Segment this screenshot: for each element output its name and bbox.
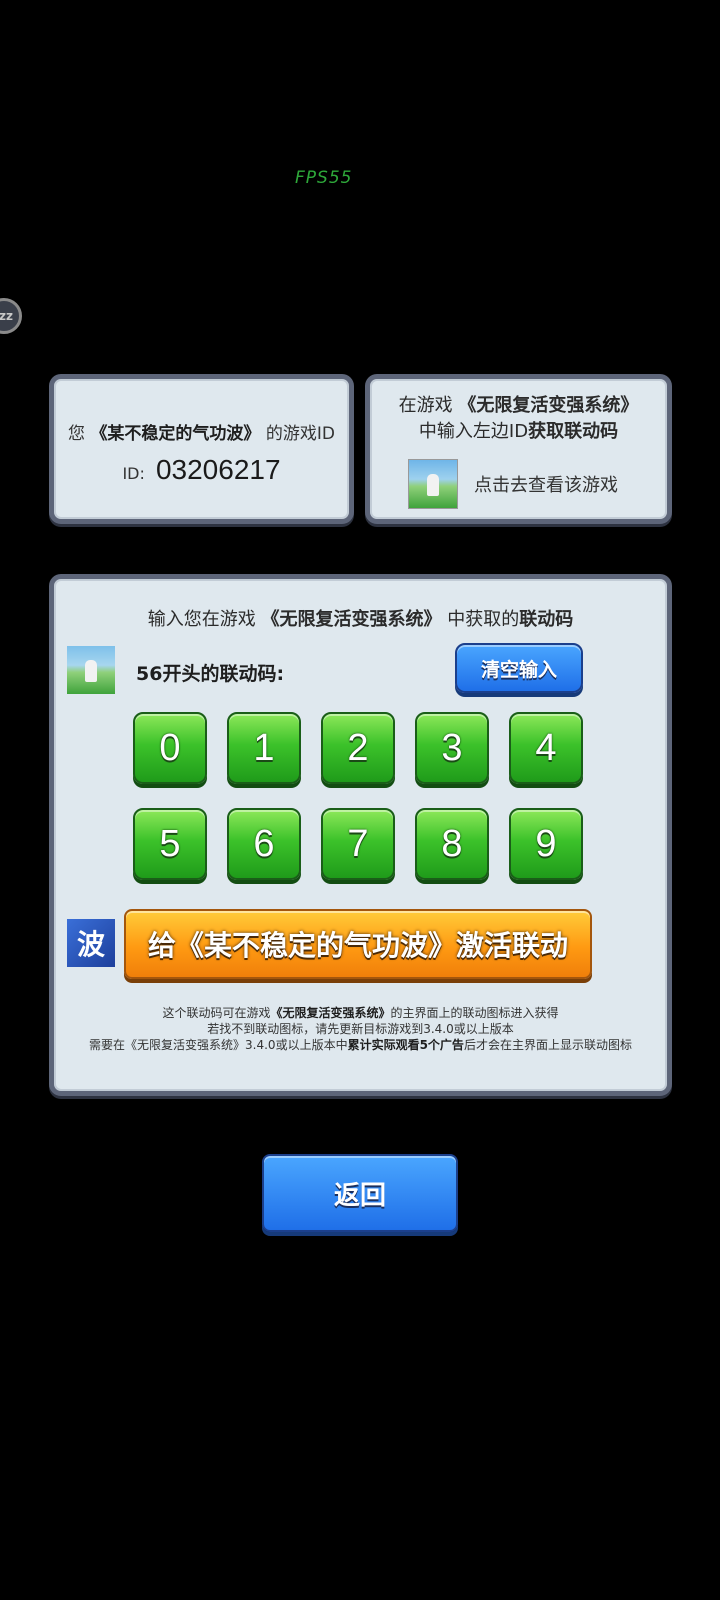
key-7[interactable]: 7 (321, 808, 395, 880)
link-line2-prefix: 中输入左边ID (418, 421, 529, 442)
back-button[interactable]: 返回 (262, 1154, 458, 1232)
get-link-code-text: 获取联动码 (528, 421, 619, 442)
footer-l3-c: 后才会在主界面上显示联动图标 (463, 1038, 632, 1052)
footer-line1: 这个联动码可在游戏《无限复活变强系统》的主界面上的联动图标进入获得 (54, 1004, 667, 1021)
key-9[interactable]: 9 (509, 808, 583, 880)
key-3[interactable]: 3 (415, 712, 489, 784)
fps-counter: FPS55 (295, 168, 353, 188)
key-8[interactable]: 8 (415, 808, 489, 880)
game-id-suffix: 的游戏ID (265, 424, 335, 444)
key-6[interactable]: 6 (227, 808, 301, 880)
key-1[interactable]: 1 (227, 712, 301, 784)
game-id-display: ID: 03206217 (54, 454, 349, 486)
game-id-panel: 您 《某不稳定的气功波》 的游戏ID ID: 03206217 (49, 374, 354, 524)
code-prefix-label: 56开头的联动码: (136, 663, 285, 685)
footer-line3: 需要在《无限复活变强系统》3.4.0或以上版本中累计实际观看5个广告后才会在主界… (54, 1036, 667, 1053)
input-panel-title: 输入您在游戏 《无限复活变强系统》 中获取的联动码 (54, 605, 667, 631)
source-game-icon: 波 (67, 919, 115, 967)
key-4[interactable]: 4 (509, 712, 583, 784)
game-id-caption: 您 《某不稳定的气功波》 的游戏ID (54, 419, 349, 444)
link-instruction-line1: 在游戏 《无限复活变强系统》 (370, 391, 667, 417)
id-value: 03206217 (155, 454, 281, 485)
footer-l1-game: 《无限复活变强系统》 (270, 1006, 391, 1020)
target-game-small-thumbnail (67, 646, 115, 694)
view-game-link[interactable]: 点击去查看该游戏 (474, 471, 618, 497)
id-label: ID: (122, 464, 145, 483)
footer-l3-bold: 累计实际观看5个广告 (347, 1038, 464, 1052)
target-game-name: 《无限复活变强系统》 (458, 395, 639, 416)
title-link-code: 联动码 (519, 609, 574, 630)
target-game-thumbnail[interactable] (408, 459, 458, 509)
character-figure-icon (427, 474, 439, 496)
link-code-input-panel: 输入您在游戏 《无限复活变强系统》 中获取的联动码 56开头的联动码: 清空输入… (49, 574, 672, 1096)
footer-l3-a: 需要在《无限复活变强系统》3.4.0或以上版本中 (89, 1038, 348, 1052)
key-5[interactable]: 5 (133, 808, 207, 880)
title-game-name: 《无限复活变强系统》 (261, 609, 442, 630)
footer-line2: 若找不到联动图标，请先更新目标游戏到3.4.0或以上版本 (207, 1022, 514, 1036)
title-mid: 中获取的 (447, 609, 520, 630)
game-name: 《某不稳定的气功波》 (90, 424, 261, 444)
clear-input-button[interactable]: 清空输入 (455, 643, 583, 693)
link-instruction-line2: 中输入左边ID获取联动码 (370, 417, 667, 443)
activate-link-button[interactable]: 给《某不稳定的气功波》激活联动 (124, 909, 592, 979)
footer-l1-c: 的主界面上的联动图标进入获得 (390, 1006, 559, 1020)
game-id-prefix: 您 (68, 424, 86, 444)
footer-l1-a: 这个联动码可在游戏 (162, 1006, 271, 1020)
character-figure-icon (85, 660, 97, 682)
key-0[interactable]: 0 (133, 712, 207, 784)
link-line1-prefix: 在游戏 (398, 395, 453, 416)
title-prefix: 输入您在游戏 (147, 609, 256, 630)
floating-assistant-button[interactable]: zz (0, 298, 22, 334)
key-2[interactable]: 2 (321, 712, 395, 784)
link-instruction-panel: 在游戏 《无限复活变强系统》 中输入左边ID获取联动码 点击去查看该游戏 (365, 374, 672, 524)
